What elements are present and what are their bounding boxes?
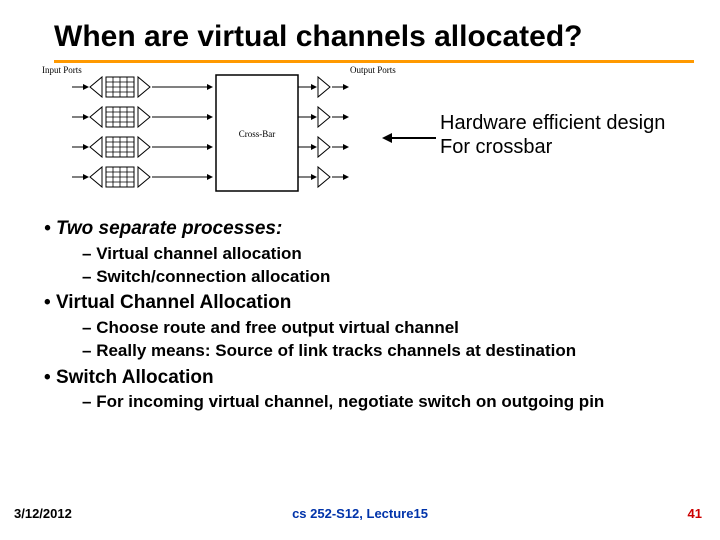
annotation-line2: For crossbar [440, 135, 720, 159]
bullet-switch-allocation: Switch Allocation [44, 366, 680, 390]
bullet-vc-allocation: Virtual Channel Allocation [44, 291, 680, 315]
subbullet-negotiate-switch: For incoming virtual channel, negotiate … [82, 391, 680, 412]
output-row-2 [298, 137, 348, 157]
footer-course: cs 252-S12, Lecture15 [0, 506, 720, 521]
input-row-3 [72, 167, 212, 187]
annotation-line1: Hardware efficient design [440, 111, 720, 135]
slide-title: When are virtual channels allocated? [54, 20, 720, 54]
footer-page-number: 41 [688, 506, 702, 521]
subbullet-switch-alloc: Switch/connection allocation [82, 266, 680, 287]
subbullet-really-means: Really means: Source of link tracks chan… [82, 340, 680, 361]
output-row-0 [298, 77, 348, 97]
output-row-3 [298, 167, 348, 187]
input-row-2 [72, 137, 212, 157]
crossbar-diagram: Input Ports Output Ports Cross-Bar [40, 63, 680, 213]
crossbar-label: Cross-Bar [239, 129, 276, 139]
annotation-block: Hardware efficient design For crossbar [440, 111, 720, 159]
arrow-left-icon [382, 129, 438, 147]
slide-footer: 3/12/2012 cs 252-S12, Lecture15 41 [0, 506, 720, 526]
input-row-1 [72, 107, 212, 127]
input-ports-label: Input Ports [42, 65, 82, 75]
bullet-two-processes: Two separate processes: [44, 217, 680, 241]
subbullet-vc-alloc: Virtual channel allocation [82, 243, 680, 264]
bullet-content: Two separate processes: Virtual channel … [0, 217, 720, 413]
output-ports-label: Output Ports [350, 65, 396, 75]
subbullet-choose-route: Choose route and free output virtual cha… [82, 317, 680, 338]
output-row-1 [298, 107, 348, 127]
input-row-0 [72, 77, 212, 97]
